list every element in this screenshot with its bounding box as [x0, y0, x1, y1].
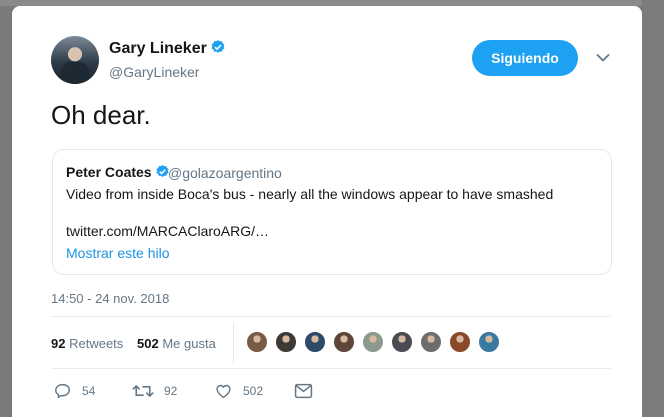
author-handle[interactable]: @GaryLineker [109, 64, 199, 80]
reply-icon [55, 383, 70, 399]
tweet-modal: Gary Lineker @GaryLineker Siguiendo Oh d… [12, 6, 642, 417]
liker-avatar[interactable] [332, 330, 356, 354]
likes-count: 502 [137, 336, 159, 351]
quoted-tweet-link[interactable]: twitter.com/MARCAClaroARG/… [66, 223, 269, 239]
likes-label: Me gusta [162, 336, 216, 351]
quoted-author-name[interactable]: Peter Coates [66, 164, 170, 180]
liker-avatar[interactable] [419, 330, 443, 354]
liker-avatar[interactable] [303, 330, 327, 354]
show-thread-link[interactable]: Mostrar este hilo [66, 245, 169, 261]
liker-avatar[interactable] [448, 330, 472, 354]
quoted-tweet[interactable]: Peter Coates @golazoargentino Video from… [52, 149, 612, 275]
heart-icon [216, 384, 231, 399]
author-name-text[interactable]: Gary Lineker [109, 40, 207, 57]
like-count: 502 [243, 384, 264, 398]
tweet-timestamp[interactable]: 14:50 - 24 nov. 2018 [51, 291, 169, 306]
retweets-count: 92 [51, 336, 66, 351]
author-avatar[interactable] [51, 36, 99, 84]
retweet-button[interactable]: 92 [132, 382, 177, 400]
retweets-stat[interactable]: 92 Retweets [51, 336, 123, 351]
retweets-label: Retweets [69, 336, 124, 351]
following-button[interactable]: Siguiendo [472, 40, 578, 76]
retweet-count: 92 [164, 384, 178, 398]
liker-avatar[interactable] [361, 330, 385, 354]
like-button[interactable]: 502 [214, 382, 263, 400]
reply-button[interactable]: 54 [53, 382, 95, 400]
divider [51, 316, 611, 317]
liker-avatar[interactable] [274, 330, 298, 354]
quoted-author-handle[interactable]: @golazoargentino [168, 165, 282, 181]
author-name[interactable]: Gary Lineker [109, 39, 226, 58]
message-icon [294, 383, 313, 399]
quoted-tweet-text: Video from inside Boca's bus - nearly al… [66, 186, 554, 202]
liker-avatar[interactable] [477, 330, 501, 354]
divider [51, 368, 611, 369]
verified-icon [211, 40, 225, 53]
likes-stat[interactable]: 502 Me gusta [137, 336, 216, 351]
direct-message-button[interactable] [294, 382, 323, 400]
background-sidebar [642, 0, 664, 417]
liker-avatar[interactable] [390, 330, 414, 354]
tweet-text: Oh dear. [51, 100, 151, 130]
reply-count: 54 [82, 384, 96, 398]
stats-separator [233, 322, 234, 364]
quoted-author-name-text[interactable]: Peter Coates [66, 164, 152, 180]
chevron-down-icon[interactable] [596, 53, 610, 63]
liker-avatar[interactable] [245, 330, 269, 354]
retweet-icon [132, 385, 154, 397]
